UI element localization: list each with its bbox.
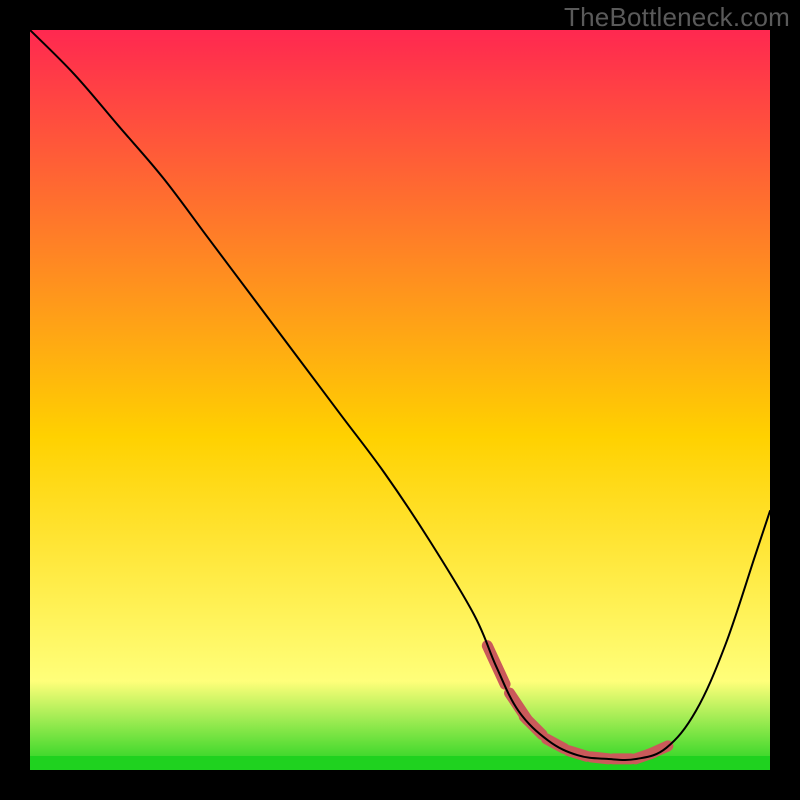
gradient-background — [30, 30, 770, 770]
chart-plot — [30, 30, 770, 770]
chart-frame: TheBottleneck.com — [0, 0, 800, 800]
watermark-text: TheBottleneck.com — [564, 2, 790, 33]
chart-svg — [30, 30, 770, 770]
green-baseline — [30, 756, 770, 770]
